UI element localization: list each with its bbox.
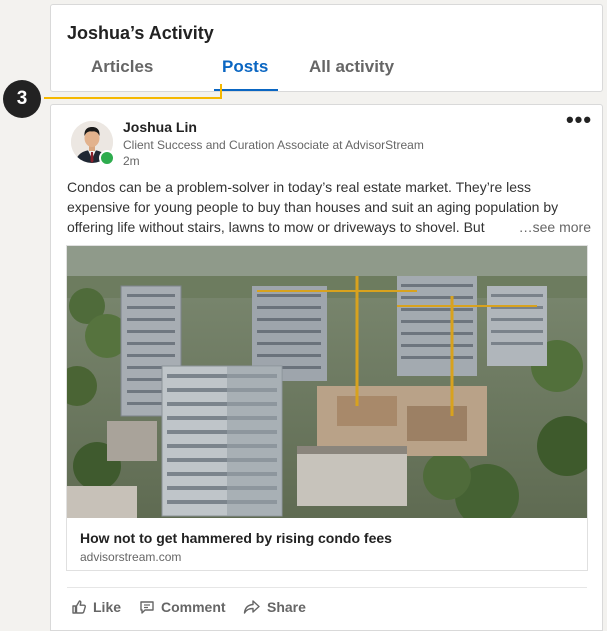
post-text: Condos can be a problem-solver in today’… xyxy=(67,177,591,237)
callout-connector-vertical xyxy=(220,84,222,98)
activity-header-card: Joshua’s Activity Articles Posts All act… xyxy=(50,4,603,92)
post-card: Joshua Lin Client Success and Curation A… xyxy=(50,104,603,631)
share-button[interactable]: Share xyxy=(243,595,306,619)
callout-connector-horizontal xyxy=(44,97,222,99)
post-text-line: expensive for young people to buy than h… xyxy=(67,199,559,215)
share-label: Share xyxy=(267,599,306,615)
text-fade xyxy=(488,219,494,235)
post-timestamp: 2m xyxy=(123,154,140,168)
post-text-line: Condos can be a problem-solver in today’… xyxy=(67,179,532,195)
active-tab-indicator xyxy=(214,89,278,91)
tab-articles[interactable]: Articles xyxy=(91,57,153,77)
tab-all-activity[interactable]: All activity xyxy=(309,57,394,77)
like-button[interactable]: Like xyxy=(71,595,121,619)
post-text-line: offering life without stairs, lawns to m… xyxy=(67,217,591,237)
see-more-link[interactable]: …see more xyxy=(519,217,591,237)
comment-icon xyxy=(140,601,154,614)
action-divider xyxy=(67,587,587,588)
post-text-fragment: offering life without stairs, lawns to m… xyxy=(67,219,489,235)
article-source: advisorstream.com xyxy=(80,550,182,564)
share-arrow-icon xyxy=(243,600,260,614)
article-preview-link[interactable]: How not to get hammered by rising condo … xyxy=(66,245,588,571)
callout-number-badge: 3 xyxy=(3,80,41,118)
article-title: How not to get hammered by rising condo … xyxy=(80,530,392,546)
author-name[interactable]: Joshua Lin xyxy=(123,119,197,135)
like-label: Like xyxy=(93,599,122,615)
ellipsis-icon: ••• xyxy=(565,107,593,132)
comment-button[interactable]: Comment xyxy=(139,595,226,619)
tab-posts[interactable]: Posts xyxy=(222,57,268,77)
activity-title: Joshua’s Activity xyxy=(67,23,214,43)
thumbs-up-icon xyxy=(72,600,86,614)
author-headline: Client Success and Curation Associate at… xyxy=(123,138,424,152)
article-image xyxy=(67,246,587,518)
comment-label: Comment xyxy=(161,599,226,615)
more-options-button[interactable]: ••• xyxy=(565,109,593,133)
city-condo-construction-image xyxy=(67,246,587,518)
online-status-indicator xyxy=(99,150,115,166)
